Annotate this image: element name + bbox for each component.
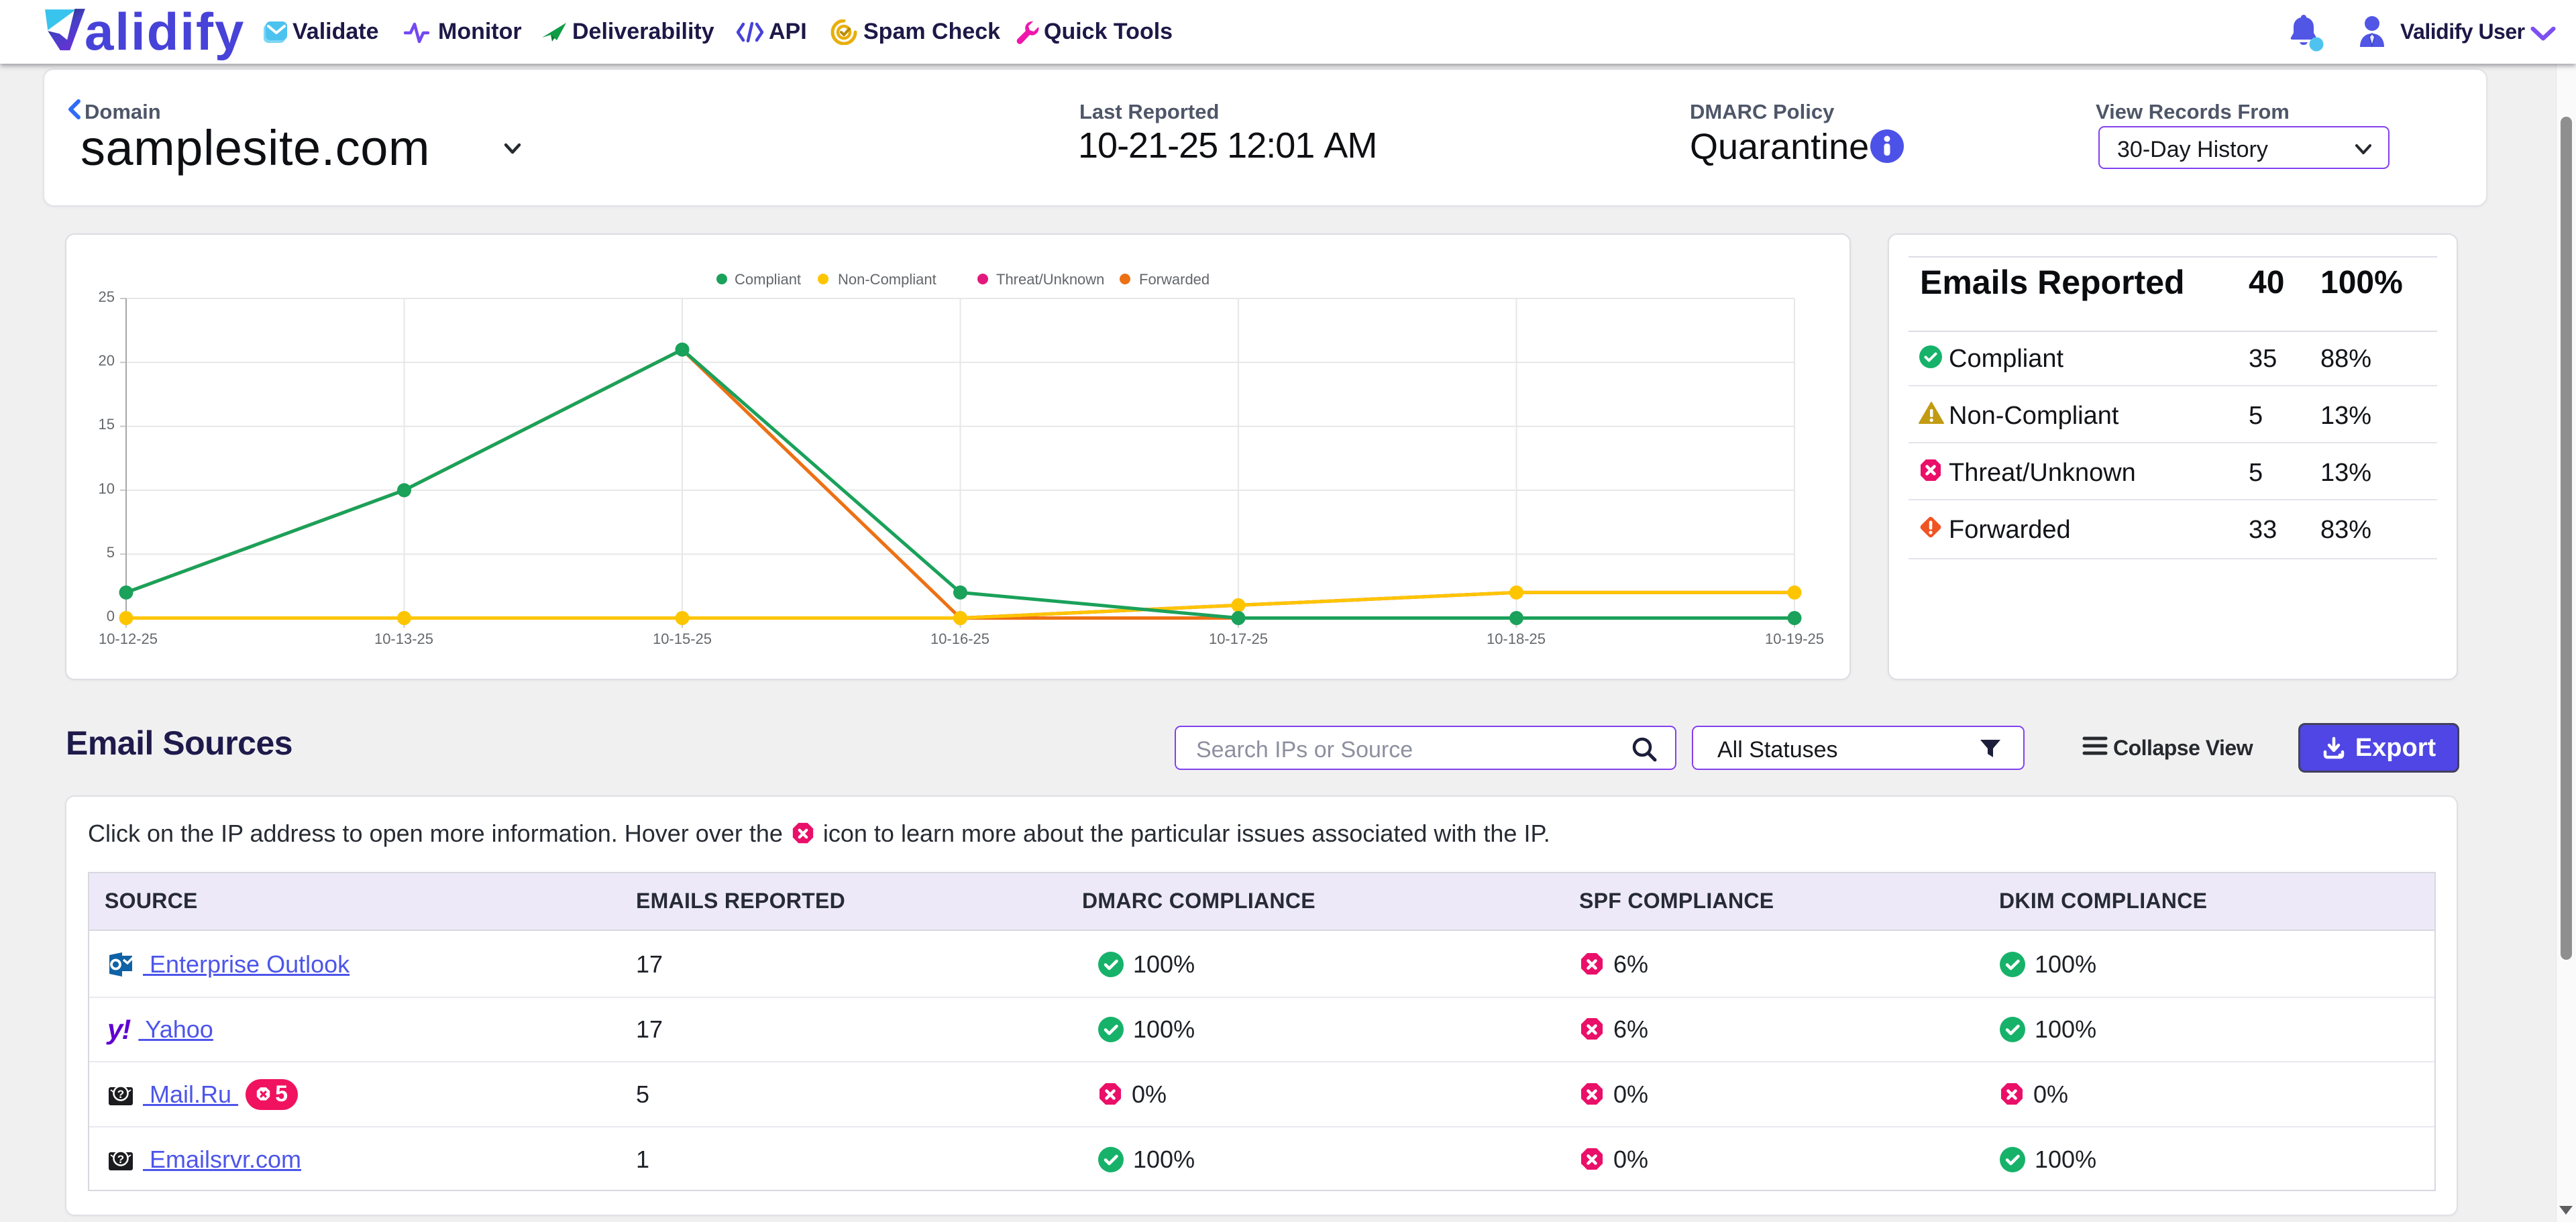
svg-text:Threat/Unknown: Threat/Unknown xyxy=(996,271,1104,288)
svg-text:10-15-25: 10-15-25 xyxy=(653,630,712,647)
svg-text:10-18-25: 10-18-25 xyxy=(1487,630,1546,647)
svg-text:5: 5 xyxy=(107,544,115,561)
svg-text:20: 20 xyxy=(99,352,115,369)
svg-text:10-19-25: 10-19-25 xyxy=(1765,630,1824,647)
svg-text:10-17-25: 10-17-25 xyxy=(1209,630,1268,647)
svg-text:10: 10 xyxy=(99,480,115,497)
svg-text:Non-Compliant: Non-Compliant xyxy=(838,271,936,288)
svg-text:25: 25 xyxy=(99,288,115,305)
svg-text:10-12-25: 10-12-25 xyxy=(99,630,158,647)
svg-text:Compliant: Compliant xyxy=(735,271,801,288)
svg-text:0: 0 xyxy=(107,608,115,624)
svg-text:10-16-25: 10-16-25 xyxy=(930,630,989,647)
svg-text:10-13-25: 10-13-25 xyxy=(374,630,433,647)
svg-text:Forwarded: Forwarded xyxy=(1139,271,1210,288)
svg-text:15: 15 xyxy=(99,416,115,433)
